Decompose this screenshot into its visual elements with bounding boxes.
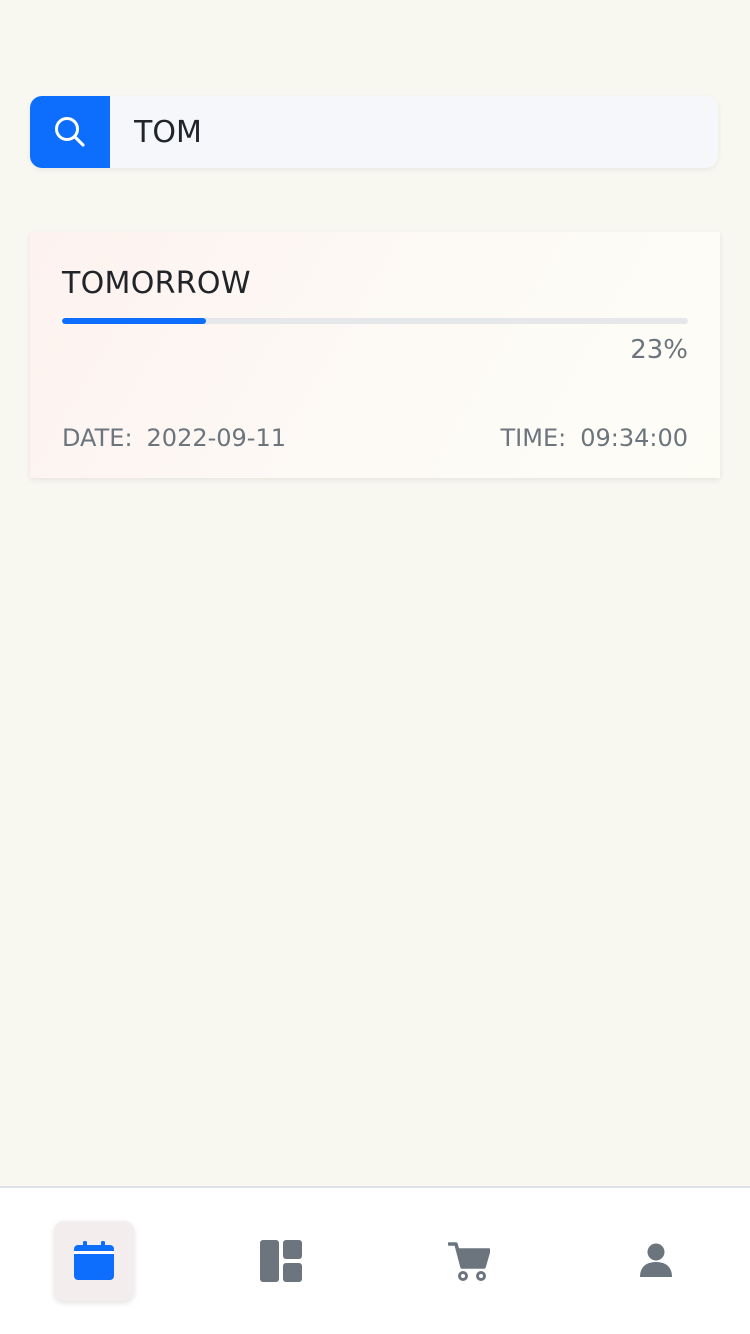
task-title: TOMORROW xyxy=(62,266,251,301)
nav-item-calendar[interactable] xyxy=(0,1188,188,1334)
nav-item-cart-inner xyxy=(429,1221,509,1301)
task-date: DATE: 2022-09-11 xyxy=(62,424,286,452)
calendar-icon xyxy=(73,1241,114,1280)
dashboard-layout-icon xyxy=(260,1240,303,1282)
search-icon xyxy=(55,117,85,147)
app-screen: TOMORROW 23% DATE: 2022-09-11 TIME: 09:34:… xyxy=(0,0,750,1334)
time-label: TIME: xyxy=(500,424,567,452)
task-time: TIME: 09:34:00 xyxy=(501,424,689,452)
date-value: 2022-09-11 xyxy=(146,424,287,452)
nav-item-cart[interactable] xyxy=(375,1188,563,1334)
bottom-nav xyxy=(0,1186,750,1334)
date-label: DATE: xyxy=(62,424,133,452)
nav-item-dashboard-inner xyxy=(241,1221,321,1301)
task-meta: DATE: 2022-09-11 TIME: 09:34:00 xyxy=(62,424,688,452)
search-input[interactable] xyxy=(110,96,718,168)
progress-percent: 23% xyxy=(630,335,688,365)
user-icon xyxy=(640,1243,673,1277)
nav-item-profile[interactable] xyxy=(563,1188,750,1334)
nav-item-dashboard[interactable] xyxy=(188,1188,376,1334)
cart-icon xyxy=(447,1242,490,1281)
nav-item-profile-inner xyxy=(616,1221,696,1301)
time-value: 09:34:00 xyxy=(580,424,688,452)
nav-item-calendar-highlight xyxy=(53,1221,134,1301)
search-bar xyxy=(30,96,718,168)
progress-bar xyxy=(62,318,688,324)
search-button[interactable] xyxy=(30,96,110,168)
task-card[interactable]: TOMORROW 23% DATE: 2022-09-11 TIME: 09:34:… xyxy=(30,232,720,478)
progress-bar-fill xyxy=(62,318,206,324)
